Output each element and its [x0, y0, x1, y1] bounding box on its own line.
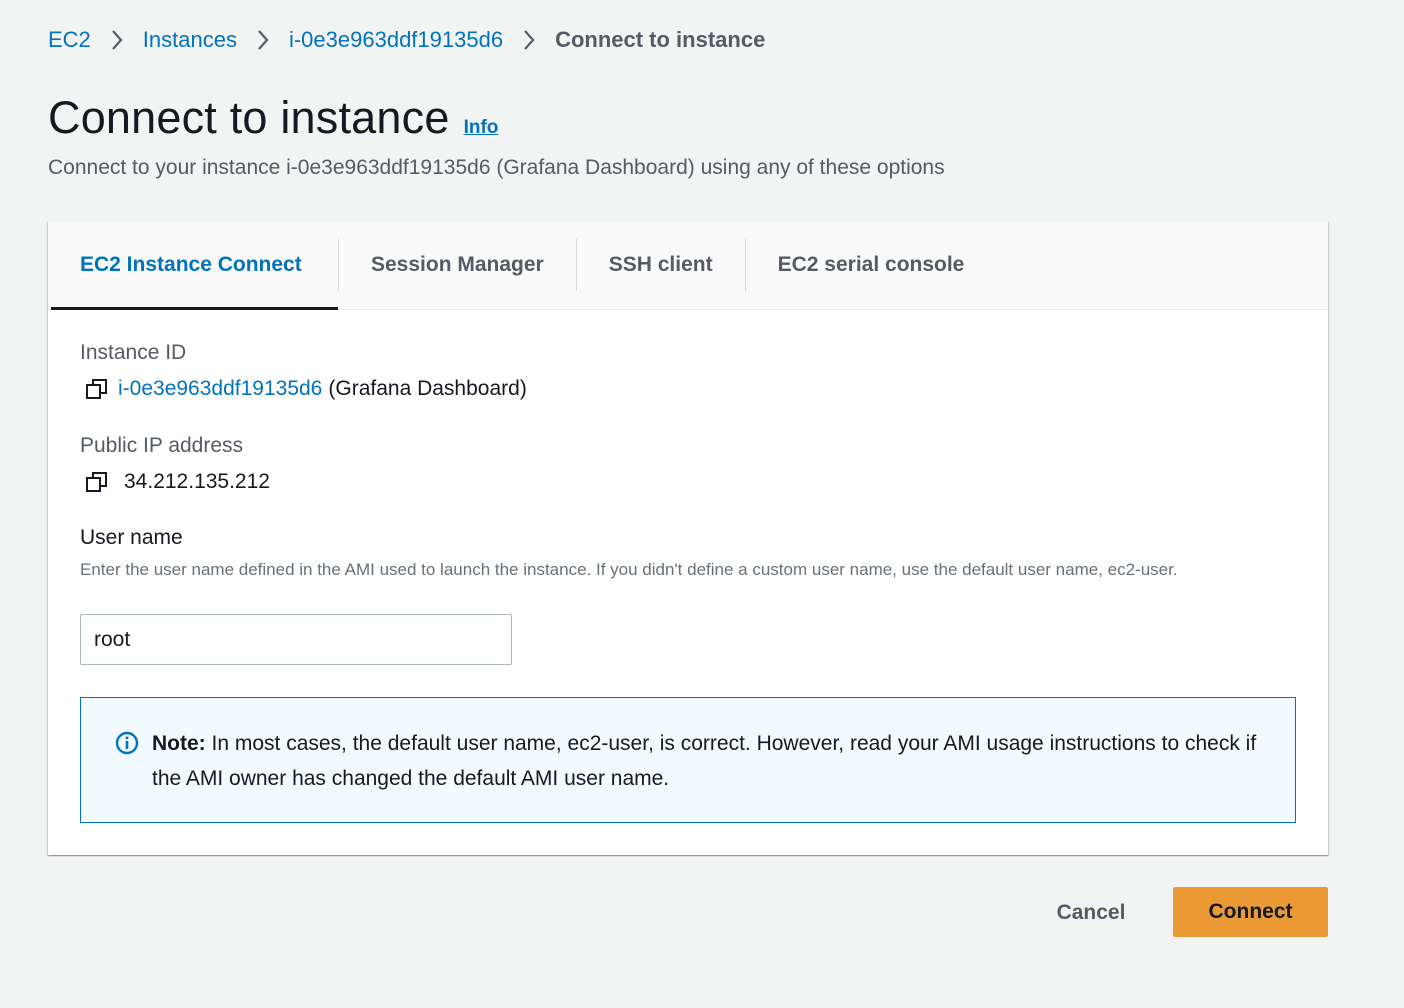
- breadcrumb-ec2[interactable]: EC2: [48, 24, 91, 56]
- breadcrumb-current: Connect to instance: [555, 27, 766, 52]
- public-ip-label: Public IP address: [80, 434, 244, 457]
- chevron-right-icon: [91, 29, 143, 51]
- chevron-right-icon: [503, 29, 555, 51]
- copy-icon[interactable]: [84, 376, 110, 402]
- public-ip-text: 34.212.135.212: [124, 470, 270, 493]
- breadcrumb: EC2 Instances i-0e3e963ddf19135d6 Connec…: [48, 24, 765, 56]
- copy-icon[interactable]: [84, 469, 110, 495]
- connect-panel: EC2 Instance Connect Session Manager SSH…: [48, 221, 1328, 855]
- page-header: Connect to instance Info: [48, 92, 498, 144]
- page-title: Connect to instance: [48, 92, 450, 143]
- public-ip-value: 34.212.135.212: [84, 469, 270, 495]
- note-text: Note: In most cases, the default user na…: [152, 726, 1272, 796]
- breadcrumb-instances[interactable]: Instances: [143, 24, 237, 56]
- connect-button[interactable]: Connect: [1173, 887, 1328, 937]
- user-name-label: User name: [80, 526, 183, 549]
- breadcrumb-instance-id[interactable]: i-0e3e963ddf19135d6: [289, 24, 503, 56]
- user-name-input[interactable]: [80, 614, 512, 665]
- note-prefix: Note:: [152, 732, 206, 755]
- tab-ec2-serial-console[interactable]: EC2 serial console: [746, 221, 997, 309]
- chevron-right-icon: [237, 29, 289, 51]
- user-name-help: Enter the user name defined in the AMI u…: [80, 560, 1178, 579]
- page-description: Connect to your instance i-0e3e963ddf191…: [48, 156, 945, 179]
- instance-name: (Grafana Dashboard): [328, 377, 527, 400]
- tab-ssh-client[interactable]: SSH client: [577, 221, 745, 309]
- note-body: In most cases, the default user name, ec…: [152, 732, 1257, 790]
- tab-list: EC2 Instance Connect Session Manager SSH…: [48, 221, 1328, 310]
- tab-session-manager[interactable]: Session Manager: [339, 221, 576, 309]
- instance-id-label: Instance ID: [80, 341, 187, 364]
- info-link[interactable]: Info: [464, 117, 499, 139]
- note-alert: Note: In most cases, the default user na…: [80, 697, 1296, 823]
- info-circle-icon: [115, 731, 139, 755]
- instance-id-value: i-0e3e963ddf19135d6 (Grafana Dashboard): [84, 376, 527, 402]
- instance-id-link[interactable]: i-0e3e963ddf19135d6: [118, 377, 322, 401]
- cancel-button[interactable]: Cancel: [1028, 888, 1154, 938]
- tab-ec2-instance-connect[interactable]: EC2 Instance Connect: [48, 221, 338, 310]
